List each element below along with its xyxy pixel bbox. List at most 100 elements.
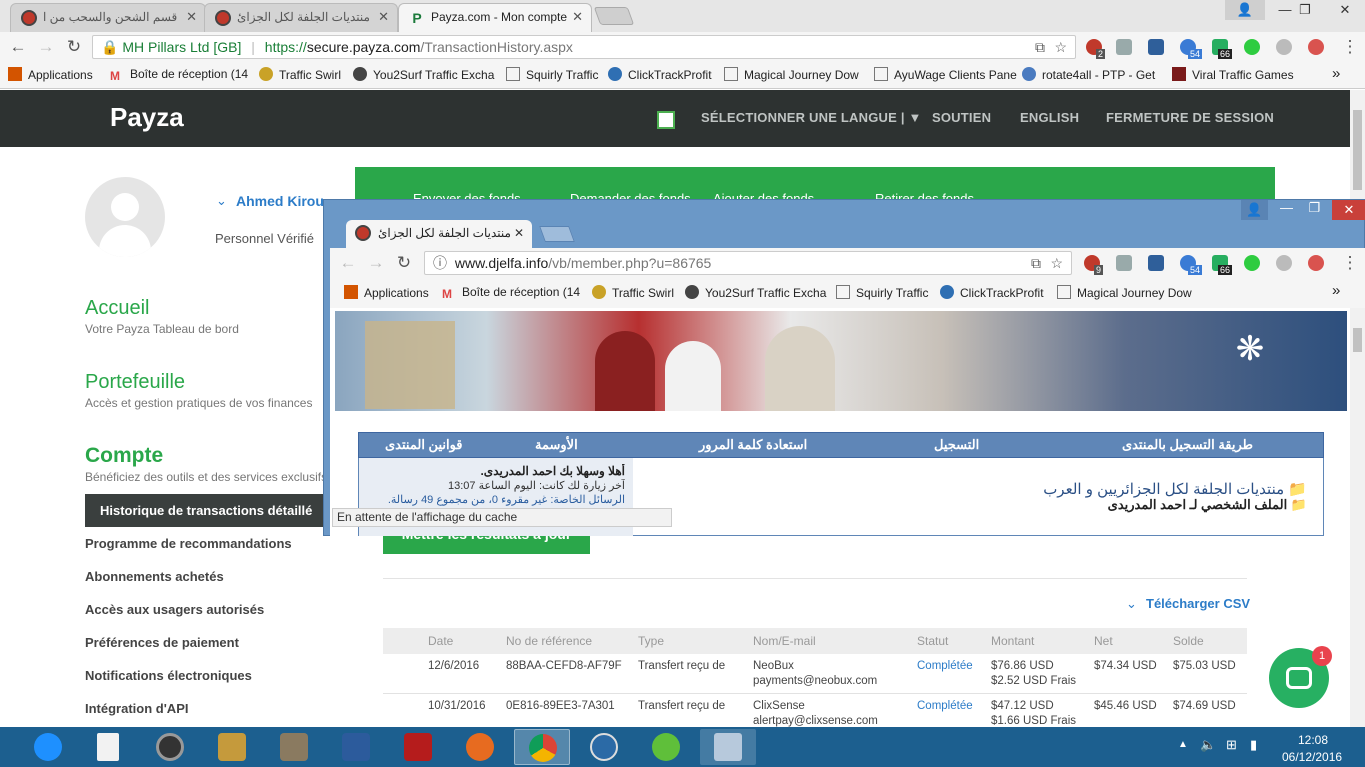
close-window-icon[interactable]: ✕ (1325, 0, 1365, 20)
bookmark-item[interactable]: Applications (8, 67, 93, 82)
nav-registration-guide[interactable]: طريقة التسجيل بالمنتدى (1122, 437, 1253, 453)
reload-icon[interactable]: ↻ (394, 253, 414, 273)
payza-logo[interactable]: Payza (110, 102, 184, 133)
maximize-icon[interactable]: ❐ (1285, 0, 1325, 20)
clock-date[interactable]: 06/12/2016 (1282, 750, 1342, 764)
close-window-icon[interactable]: ✕ (1332, 200, 1365, 220)
extension-icon[interactable] (1308, 255, 1324, 271)
scrollbar-thumb[interactable] (1353, 328, 1362, 352)
chevron-down-icon[interactable]: ⌄ (216, 193, 227, 209)
user-name[interactable]: Ahmed Kirou (236, 193, 326, 209)
column-header[interactable]: Statut (909, 628, 983, 654)
back-icon[interactable]: ← (8, 37, 28, 57)
extension-icon[interactable] (1276, 255, 1292, 271)
close-tab-icon[interactable]: ✕ (514, 220, 524, 246)
tab-payza[interactable]: P Payza.com - Mon compte ✕ (398, 3, 592, 33)
forward-icon[interactable]: → (366, 253, 386, 273)
chrome-menu-icon[interactable]: ⋮ (1340, 37, 1360, 57)
language-selector[interactable]: SÉLECTIONNER UNE LANGUE | ▼ (701, 110, 922, 125)
column-header[interactable]: Nom/E-mail (745, 628, 909, 654)
forum-title-row[interactable]: 📁 منتديات الجلفة لكل الجزائريين و العرب (1043, 480, 1307, 498)
table-row[interactable]: 12/6/2016 88BAA-CEFD8-AF79F Transfert re… (383, 654, 1247, 694)
bookmark-item[interactable]: rotate4all - PTP - Get (1022, 67, 1155, 82)
bookmark-star-icon[interactable]: ☆ (1054, 36, 1067, 58)
close-tab-icon[interactable]: ✕ (186, 4, 197, 30)
internet-explorer-icon[interactable] (20, 729, 76, 765)
tray-expand-icon[interactable]: ▲ (1178, 739, 1188, 750)
menu-email-notifications[interactable]: Notifications électroniques (85, 668, 252, 683)
back-icon[interactable]: ← (338, 253, 358, 273)
nav-register[interactable]: التسجيل (934, 437, 979, 453)
minimize-icon[interactable]: — (1274, 200, 1299, 215)
scrollbar-thumb[interactable] (1353, 110, 1362, 190)
menu-payment-preferences[interactable]: Préférences de paiement (85, 635, 239, 650)
clock-time[interactable]: 12:08 (1298, 733, 1328, 747)
bookmark-item[interactable]: AyuWage Clients Pane (874, 67, 1017, 82)
extension-icon[interactable] (1276, 39, 1292, 55)
extension-icon[interactable] (1148, 255, 1164, 271)
maximize-icon[interactable]: ❐ (1302, 200, 1327, 216)
close-tab-icon[interactable]: ✕ (378, 4, 389, 30)
bookmark-item[interactable]: Applications (344, 285, 429, 300)
close-tab-icon[interactable]: ✕ (572, 4, 583, 30)
download-csv-link[interactable]: Télécharger CSV (1146, 596, 1250, 611)
bookmark-item[interactable]: You2Surf Traffic Excha (685, 285, 826, 300)
bookmark-item[interactable]: Magical Journey Dow (1057, 285, 1192, 300)
more-bookmarks-button[interactable]: » (1332, 65, 1340, 82)
translate-icon[interactable]: ⧉ (1035, 36, 1045, 58)
chrome-menu-icon[interactable]: ⋮ (1340, 253, 1360, 273)
document-icon[interactable] (80, 729, 136, 765)
speed-app-icon[interactable] (576, 729, 632, 765)
bookmark-item[interactable]: M Boîte de réception (14 (442, 285, 580, 301)
menu-transaction-history[interactable]: Historique de transactions détaillé (85, 494, 325, 527)
bookmark-item[interactable]: ClickTrackProfit (608, 67, 712, 82)
translate-icon[interactable]: ⧉ (1031, 252, 1041, 274)
support-link[interactable]: SOUTIEN (932, 110, 991, 125)
network-icon[interactable]: ⊞ (1226, 737, 1237, 753)
extension-icon[interactable] (1244, 39, 1260, 55)
utorrent-icon[interactable] (638, 729, 694, 765)
nav-portefeuille[interactable]: Portefeuille Accès et gestion pratiques … (85, 371, 312, 410)
bookmark-item[interactable]: Traffic Swirl (592, 285, 674, 300)
forward-icon[interactable]: → (36, 37, 56, 57)
popup-address-bar[interactable]: ⓘ www.djelfa.info/vb/member.php?u=86765 … (424, 251, 1072, 275)
bookmark-item[interactable]: Traffic Swirl (259, 67, 341, 82)
english-link[interactable]: ENGLISH (1020, 110, 1079, 125)
menu-referral-program[interactable]: Programme de recommandations (85, 536, 292, 551)
more-bookmarks-button[interactable]: » (1332, 282, 1340, 299)
power-app-icon[interactable] (390, 729, 446, 765)
firefox-icon[interactable] (452, 729, 508, 765)
bookmark-item[interactable]: Squirly Traffic (506, 67, 598, 82)
column-header[interactable]: Montant (983, 628, 1086, 654)
popup-scrollbar[interactable] (1350, 308, 1365, 536)
profile-icon[interactable]: 👤 (1241, 200, 1268, 220)
menu-api-integration[interactable]: Intégration d'API (85, 701, 188, 716)
nav-compte[interactable]: Compte Bénéficiez des outils et des serv… (85, 444, 325, 484)
bookmark-item[interactable]: Magical Journey Dow (724, 67, 859, 82)
nav-accueil[interactable]: Accueil Votre Payza Tableau de bord (85, 297, 239, 336)
column-header[interactable]: Solde (1165, 628, 1247, 654)
extension-icon[interactable] (1148, 39, 1164, 55)
tab-djelfa-forum[interactable]: منتديات الجلفة لكل الجزائ ✕ (204, 3, 398, 32)
keyboard-app-icon[interactable] (700, 729, 756, 765)
popup-tab-djelfa[interactable]: منتديات الجلفة لكل الجزائ ✕ (346, 220, 532, 248)
address-bar[interactable]: 🔒 MH Pillars Ltd [GB] | https://secure.p… (92, 35, 1076, 59)
column-header[interactable]: Net (1086, 628, 1165, 654)
new-tab-button[interactable] (593, 7, 635, 25)
shield-icon[interactable] (1116, 255, 1132, 271)
column-header[interactable]: Date (420, 628, 498, 654)
audio-app-icon[interactable] (142, 729, 198, 765)
status-link[interactable]: Complétée (909, 654, 983, 694)
popup-browser-window[interactable]: منتديات الجلفة لكل الجزائ ✕ 👤 — ❐ ✕ ← → … (323, 199, 1365, 536)
logout-link[interactable]: FERMETURE DE SESSION (1106, 110, 1274, 125)
media-app-icon[interactable] (204, 729, 260, 765)
bookmark-item[interactable]: Viral Traffic Games (1172, 67, 1294, 82)
menu-subscriptions[interactable]: Abonnements achetés (85, 569, 224, 584)
signal-icon[interactable]: ▮ (1250, 737, 1257, 753)
nav-badges[interactable]: الأوسمة (535, 437, 578, 453)
extension-icon[interactable] (1308, 39, 1324, 55)
bookmark-item[interactable]: Squirly Traffic (836, 285, 928, 300)
menu-authorized-users[interactable]: Accès aux usagers autorisés (85, 602, 264, 617)
bookmark-item[interactable]: You2Surf Traffic Excha (353, 67, 494, 82)
settings-app-icon[interactable] (328, 729, 384, 765)
